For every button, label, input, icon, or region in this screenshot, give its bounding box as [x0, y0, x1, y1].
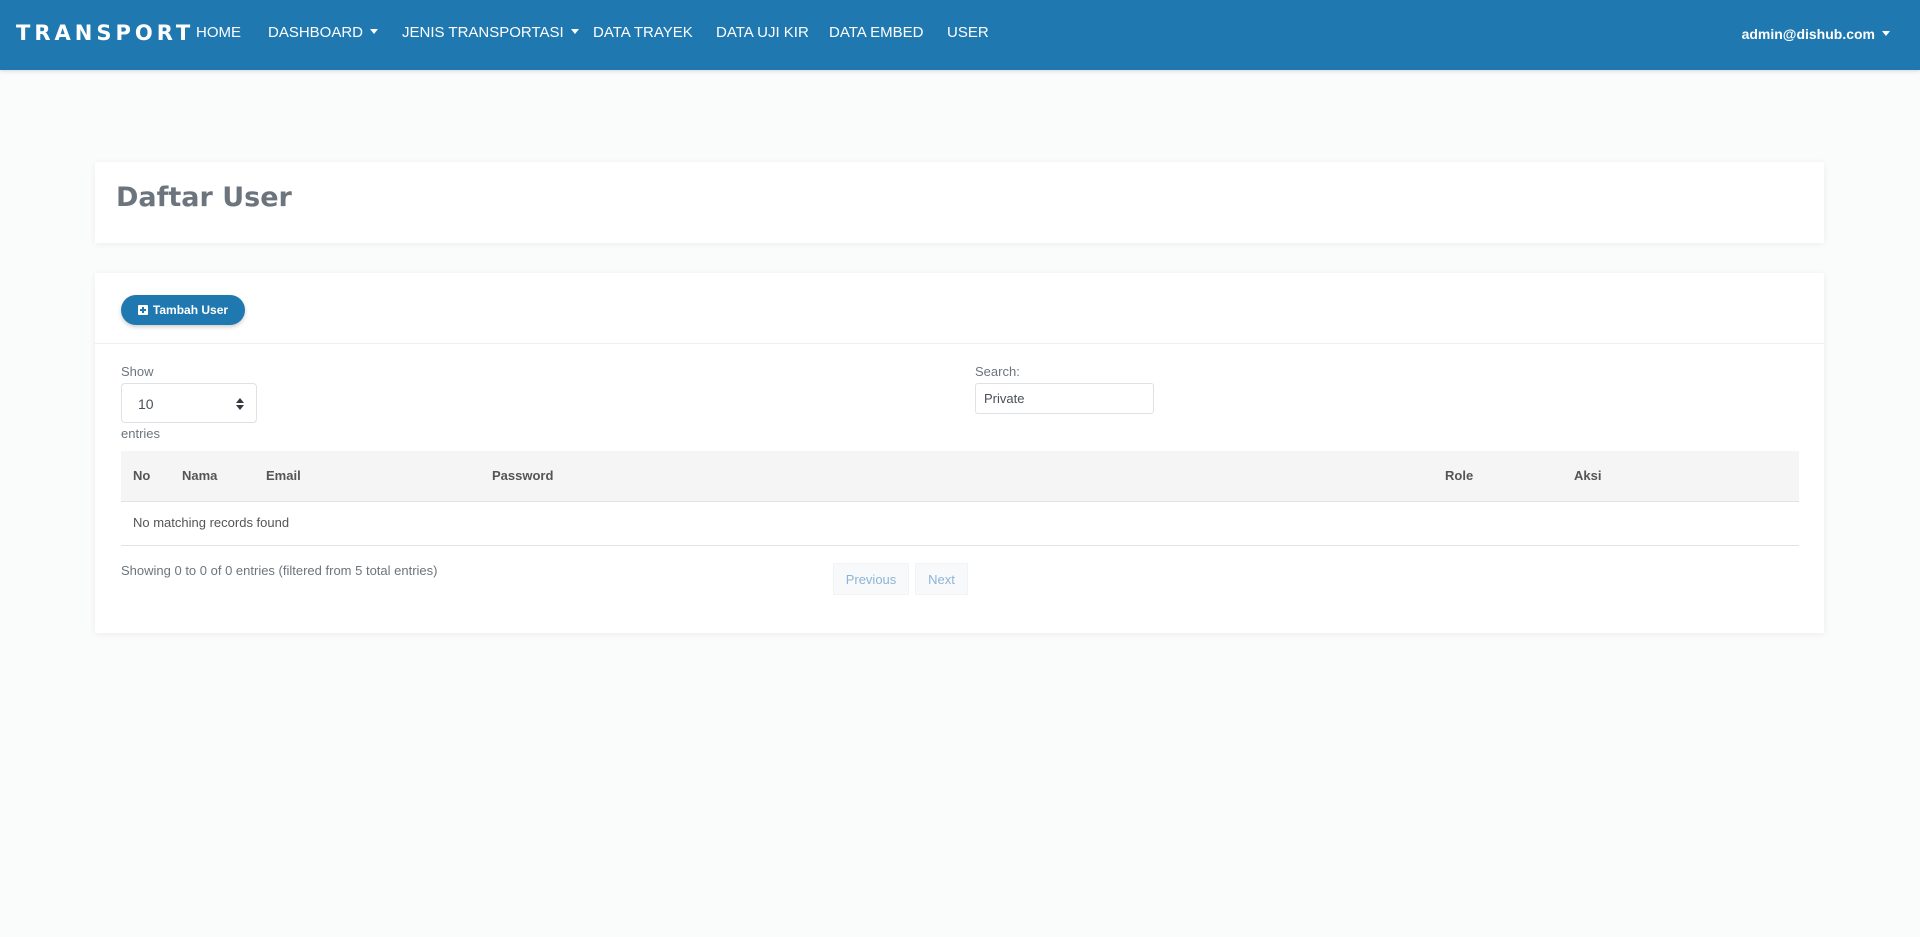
column-header-password[interactable]: Password — [492, 468, 553, 483]
user-table-card: Tambah User Show 10 entries Search: No N… — [95, 273, 1824, 633]
table-info: Showing 0 to 0 of 0 entries (filtered fr… — [121, 563, 438, 578]
user-table: No Nama Email Password Role Aksi No matc… — [121, 451, 1799, 546]
brand-logo[interactable]: TRANSPORT — [16, 21, 194, 45]
card-divider — [95, 343, 1824, 344]
caret-down-icon — [570, 29, 579, 34]
nav-data-trayek[interactable]: DATA TRAYEK — [593, 24, 693, 41]
nav-data-uji-kir[interactable]: DATA UJI KIR — [716, 24, 809, 41]
show-label: Show — [121, 364, 154, 379]
search-label: Search: — [975, 364, 1020, 379]
previous-page-button[interactable]: Previous — [833, 563, 909, 595]
empty-message: No matching records found — [133, 515, 290, 530]
page-header-card: Daftar User — [95, 162, 1824, 243]
column-header-email[interactable]: Email — [266, 468, 301, 483]
add-user-button[interactable]: Tambah User — [121, 295, 245, 325]
page-size-value: 10 — [138, 396, 154, 412]
sort-arrows-icon — [236, 398, 244, 410]
nav-dashboard[interactable]: DASHBOARD — [268, 24, 379, 41]
nav-user[interactable]: USER — [947, 24, 989, 41]
page-title: Daftar User — [116, 182, 292, 213]
column-header-aksi[interactable]: Aksi — [1574, 468, 1601, 483]
plus-square-icon — [137, 305, 148, 315]
nav-home[interactable]: HOME — [196, 24, 241, 41]
nav-data-embed[interactable]: DATA EMBED — [829, 24, 923, 41]
column-header-nama[interactable]: Nama — [182, 468, 217, 483]
caret-down-icon — [370, 29, 379, 34]
nav-jenis-transportasi[interactable]: JENIS TRANSPORTASI — [402, 24, 579, 41]
table-header: No Nama Email Password Role Aksi — [121, 451, 1799, 502]
column-header-role[interactable]: Role — [1445, 468, 1473, 483]
search-input[interactable] — [975, 383, 1154, 414]
caret-down-icon — [1882, 31, 1890, 36]
table-row-empty: No matching records found — [121, 502, 1799, 546]
page-size-select[interactable]: 10 — [121, 383, 257, 423]
entries-label: entries — [121, 426, 161, 441]
next-page-button[interactable]: Next — [915, 563, 968, 595]
top-navbar: TRANSPORT HOME DASHBOARD JENIS TRANSPORT… — [0, 0, 1920, 70]
user-menu[interactable]: admin@dishub.com — [1742, 26, 1890, 42]
column-header-no[interactable]: No — [133, 468, 150, 483]
